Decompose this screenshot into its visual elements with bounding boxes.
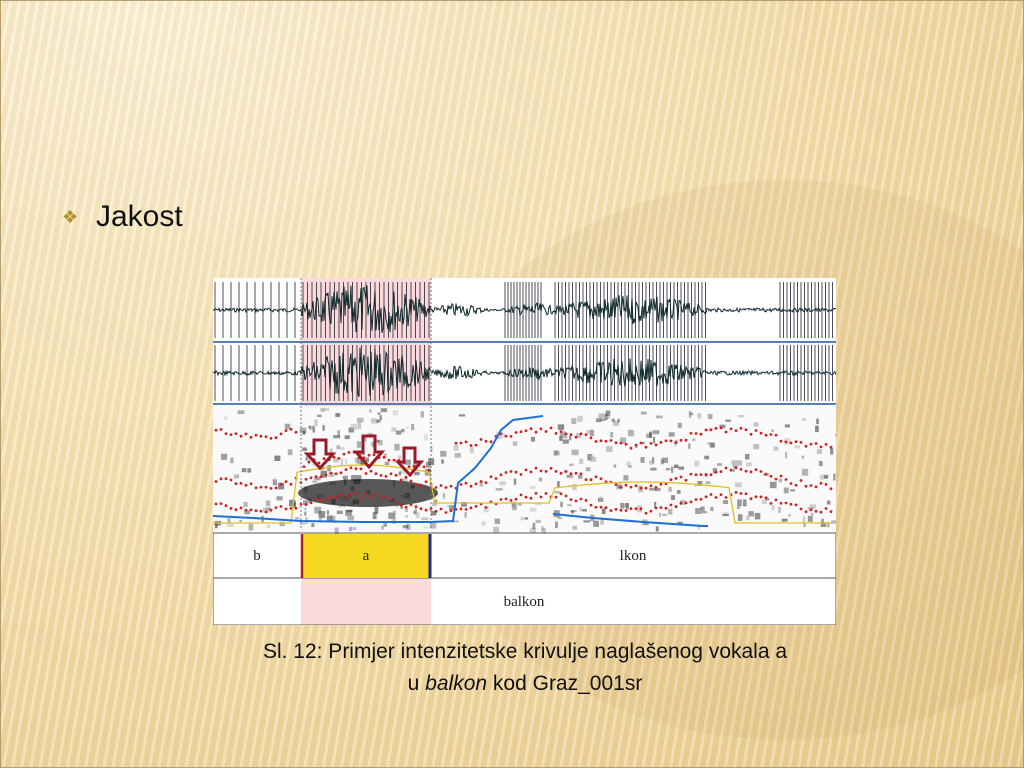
word-label-balkon: balkon [504,594,545,610]
caption-prefix: u [407,672,426,695]
segment-label-lkon: lkon [620,548,647,564]
caption-suffix: kod Graz_001sr [487,672,643,695]
praat-figure: b a lkon balkon [213,278,836,625]
four-point-star-icon: ❖ [62,207,79,227]
word-tier-highlight [301,578,431,625]
segment-label-b: b [253,548,261,564]
praat-figure-svg: b a lkon balkon [213,278,836,625]
figure-caption-line-1: Sl. 12: Primjer intenzitetske krivulje n… [262,640,788,663]
caption-italic-word: balkon [425,672,488,695]
bullet-item: ❖ Jakost [62,200,183,234]
figure-caption-line-2: u balkon kod Graz_001sr [170,672,880,696]
bullet-text: Jakost [96,200,183,233]
segment-label-a: a [363,548,370,564]
